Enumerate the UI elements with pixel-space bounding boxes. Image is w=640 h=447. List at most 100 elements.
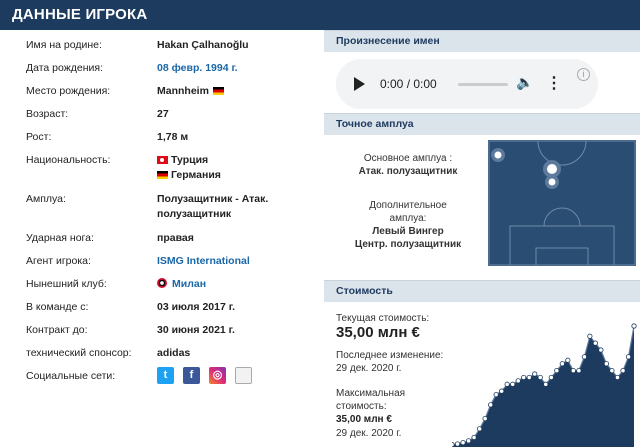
chart-point[interactable] <box>460 439 466 446</box>
chart-point[interactable] <box>532 371 538 377</box>
info-icon[interactable]: i <box>577 68 590 81</box>
row-label: Ударная нога: <box>26 232 94 244</box>
turkey-flag-icon <box>157 156 168 164</box>
chart-point[interactable] <box>598 347 604 353</box>
chart-point[interactable] <box>543 381 549 387</box>
row-value: Mannheim <box>157 84 224 98</box>
right-panel: Произнесение имен 0:00 / 0:00 🔈 ⋮ i Точн… <box>324 30 640 447</box>
club-crest-icon <box>157 278 167 288</box>
row-value: Hakan Çalhanoğlu <box>157 39 249 51</box>
section-title: ДАННЫЕ ИГРОКА <box>12 6 148 23</box>
chart-point[interactable] <box>631 323 637 329</box>
twitter-icon[interactable]: t <box>157 367 174 384</box>
market-value-chart[interactable] <box>452 318 640 447</box>
more-options-icon[interactable]: ⋮ <box>546 73 562 93</box>
birth-date-link[interactable]: 08 февр. 1994 г. <box>157 61 238 75</box>
chart-point[interactable] <box>603 361 610 367</box>
nationality-2: Германия <box>171 169 221 181</box>
row-value: adidas <box>157 347 191 359</box>
last-change-date: 29 дек. 2020 г. <box>336 363 402 374</box>
instagram-icon[interactable]: ◎ <box>209 367 226 384</box>
chart-point[interactable] <box>625 354 632 360</box>
row-label: Место рождения: <box>26 85 111 97</box>
chart-point[interactable] <box>570 367 576 374</box>
row-label: В команде с: <box>26 301 89 313</box>
chart-point[interactable] <box>620 367 626 374</box>
chart-point[interactable] <box>609 367 615 374</box>
agent-link[interactable]: ISMG International <box>157 254 250 268</box>
row-label: Агент игрока: <box>26 255 91 267</box>
chart-point[interactable] <box>576 367 582 374</box>
row-label: Имя на родине: <box>26 39 102 51</box>
market-value-title: Стоимость <box>336 285 393 297</box>
chart-point[interactable] <box>493 391 499 398</box>
chart-point[interactable] <box>548 374 554 381</box>
chart-point[interactable] <box>614 374 621 381</box>
max-value-date: 29 дек. 2020 г. <box>336 428 402 439</box>
chart-point[interactable] <box>526 374 532 381</box>
chart-point[interactable] <box>559 361 565 367</box>
other-position-2: Центр. полузащитник <box>354 239 462 250</box>
position-marker-dot <box>494 151 502 159</box>
row-label: Рост: <box>26 131 52 143</box>
row-label: Контракт до: <box>26 324 88 336</box>
chart-point[interactable] <box>510 381 516 387</box>
club-name: Милан <box>172 278 207 290</box>
row-label: Национальность: <box>26 154 111 166</box>
birth-place-text: Mannheim <box>157 85 209 97</box>
chart-point[interactable] <box>592 340 598 346</box>
chart-point[interactable] <box>554 367 560 374</box>
row-value: 03 июля 2017 г. <box>157 301 235 313</box>
row-label: Возраст: <box>26 108 69 120</box>
broken-image-icon[interactable] <box>235 367 252 384</box>
row-value: правая <box>157 232 194 244</box>
chart-point[interactable] <box>504 381 510 387</box>
other-positions: Дополнительное амплуа: Левый Вингер Цент… <box>332 199 484 251</box>
chart-point[interactable] <box>581 354 587 360</box>
chart-point[interactable] <box>521 374 527 381</box>
chart-point[interactable] <box>565 357 571 363</box>
row-value: 30 июня 2021 г. <box>157 324 235 336</box>
audio-time: 0:00 / 0:00 <box>380 77 437 91</box>
chart-point[interactable] <box>452 442 455 447</box>
pronunciation-title: Произнесение имен <box>336 35 440 47</box>
current-value: 35,00 млн € <box>336 324 420 341</box>
position-title: Точное амплуа <box>336 118 414 130</box>
max-value-label: Максимальная <box>336 388 406 399</box>
chart-point[interactable] <box>476 426 483 432</box>
volume-icon[interactable]: 🔈 <box>516 74 533 91</box>
chart-point[interactable] <box>465 438 472 444</box>
position-header: Точное амплуа <box>324 113 640 135</box>
audio-progress-track[interactable] <box>458 83 508 86</box>
row-value: Турция <box>157 153 208 167</box>
social-icons: t f ◎ <box>157 367 257 385</box>
position-marker-dot <box>547 164 557 174</box>
germany-flag-icon <box>157 171 168 179</box>
row-value: Германия <box>157 168 221 182</box>
chart-point[interactable] <box>488 402 494 408</box>
row-label: Амплуа: <box>26 193 66 205</box>
market-value-header: Стоимость <box>324 280 640 302</box>
last-change-label: Последнее изменение: <box>336 350 444 361</box>
chart-point[interactable] <box>471 434 477 441</box>
chart-point[interactable] <box>587 333 593 339</box>
club-link[interactable]: Милан <box>157 277 206 291</box>
chart-point[interactable] <box>515 378 521 384</box>
chart-point[interactable] <box>454 441 461 447</box>
facebook-icon[interactable]: f <box>183 367 200 384</box>
max-value: 35,00 млн € <box>336 414 392 425</box>
row-label: Дата рождения: <box>26 62 103 74</box>
position-marker-dot <box>548 178 556 186</box>
chart-point[interactable] <box>537 374 543 381</box>
chart-point[interactable] <box>499 388 505 394</box>
audio-player: 0:00 / 0:00 🔈 ⋮ <box>336 59 598 109</box>
other-position-label-2: амплуа: <box>389 213 427 224</box>
chart-point[interactable] <box>482 415 488 422</box>
row-label: Нынешний клуб: <box>26 278 107 290</box>
play-icon[interactable] <box>354 77 365 91</box>
other-position-label: Дополнительное <box>369 200 447 211</box>
pitch-diagram <box>488 140 636 266</box>
other-position-1: Левый Вингер <box>372 226 444 237</box>
pronunciation-header: Произнесение имен <box>324 30 640 52</box>
player-data-panel: Имя на родине: Hakan Çalhanoğlu Дата рож… <box>0 30 322 447</box>
